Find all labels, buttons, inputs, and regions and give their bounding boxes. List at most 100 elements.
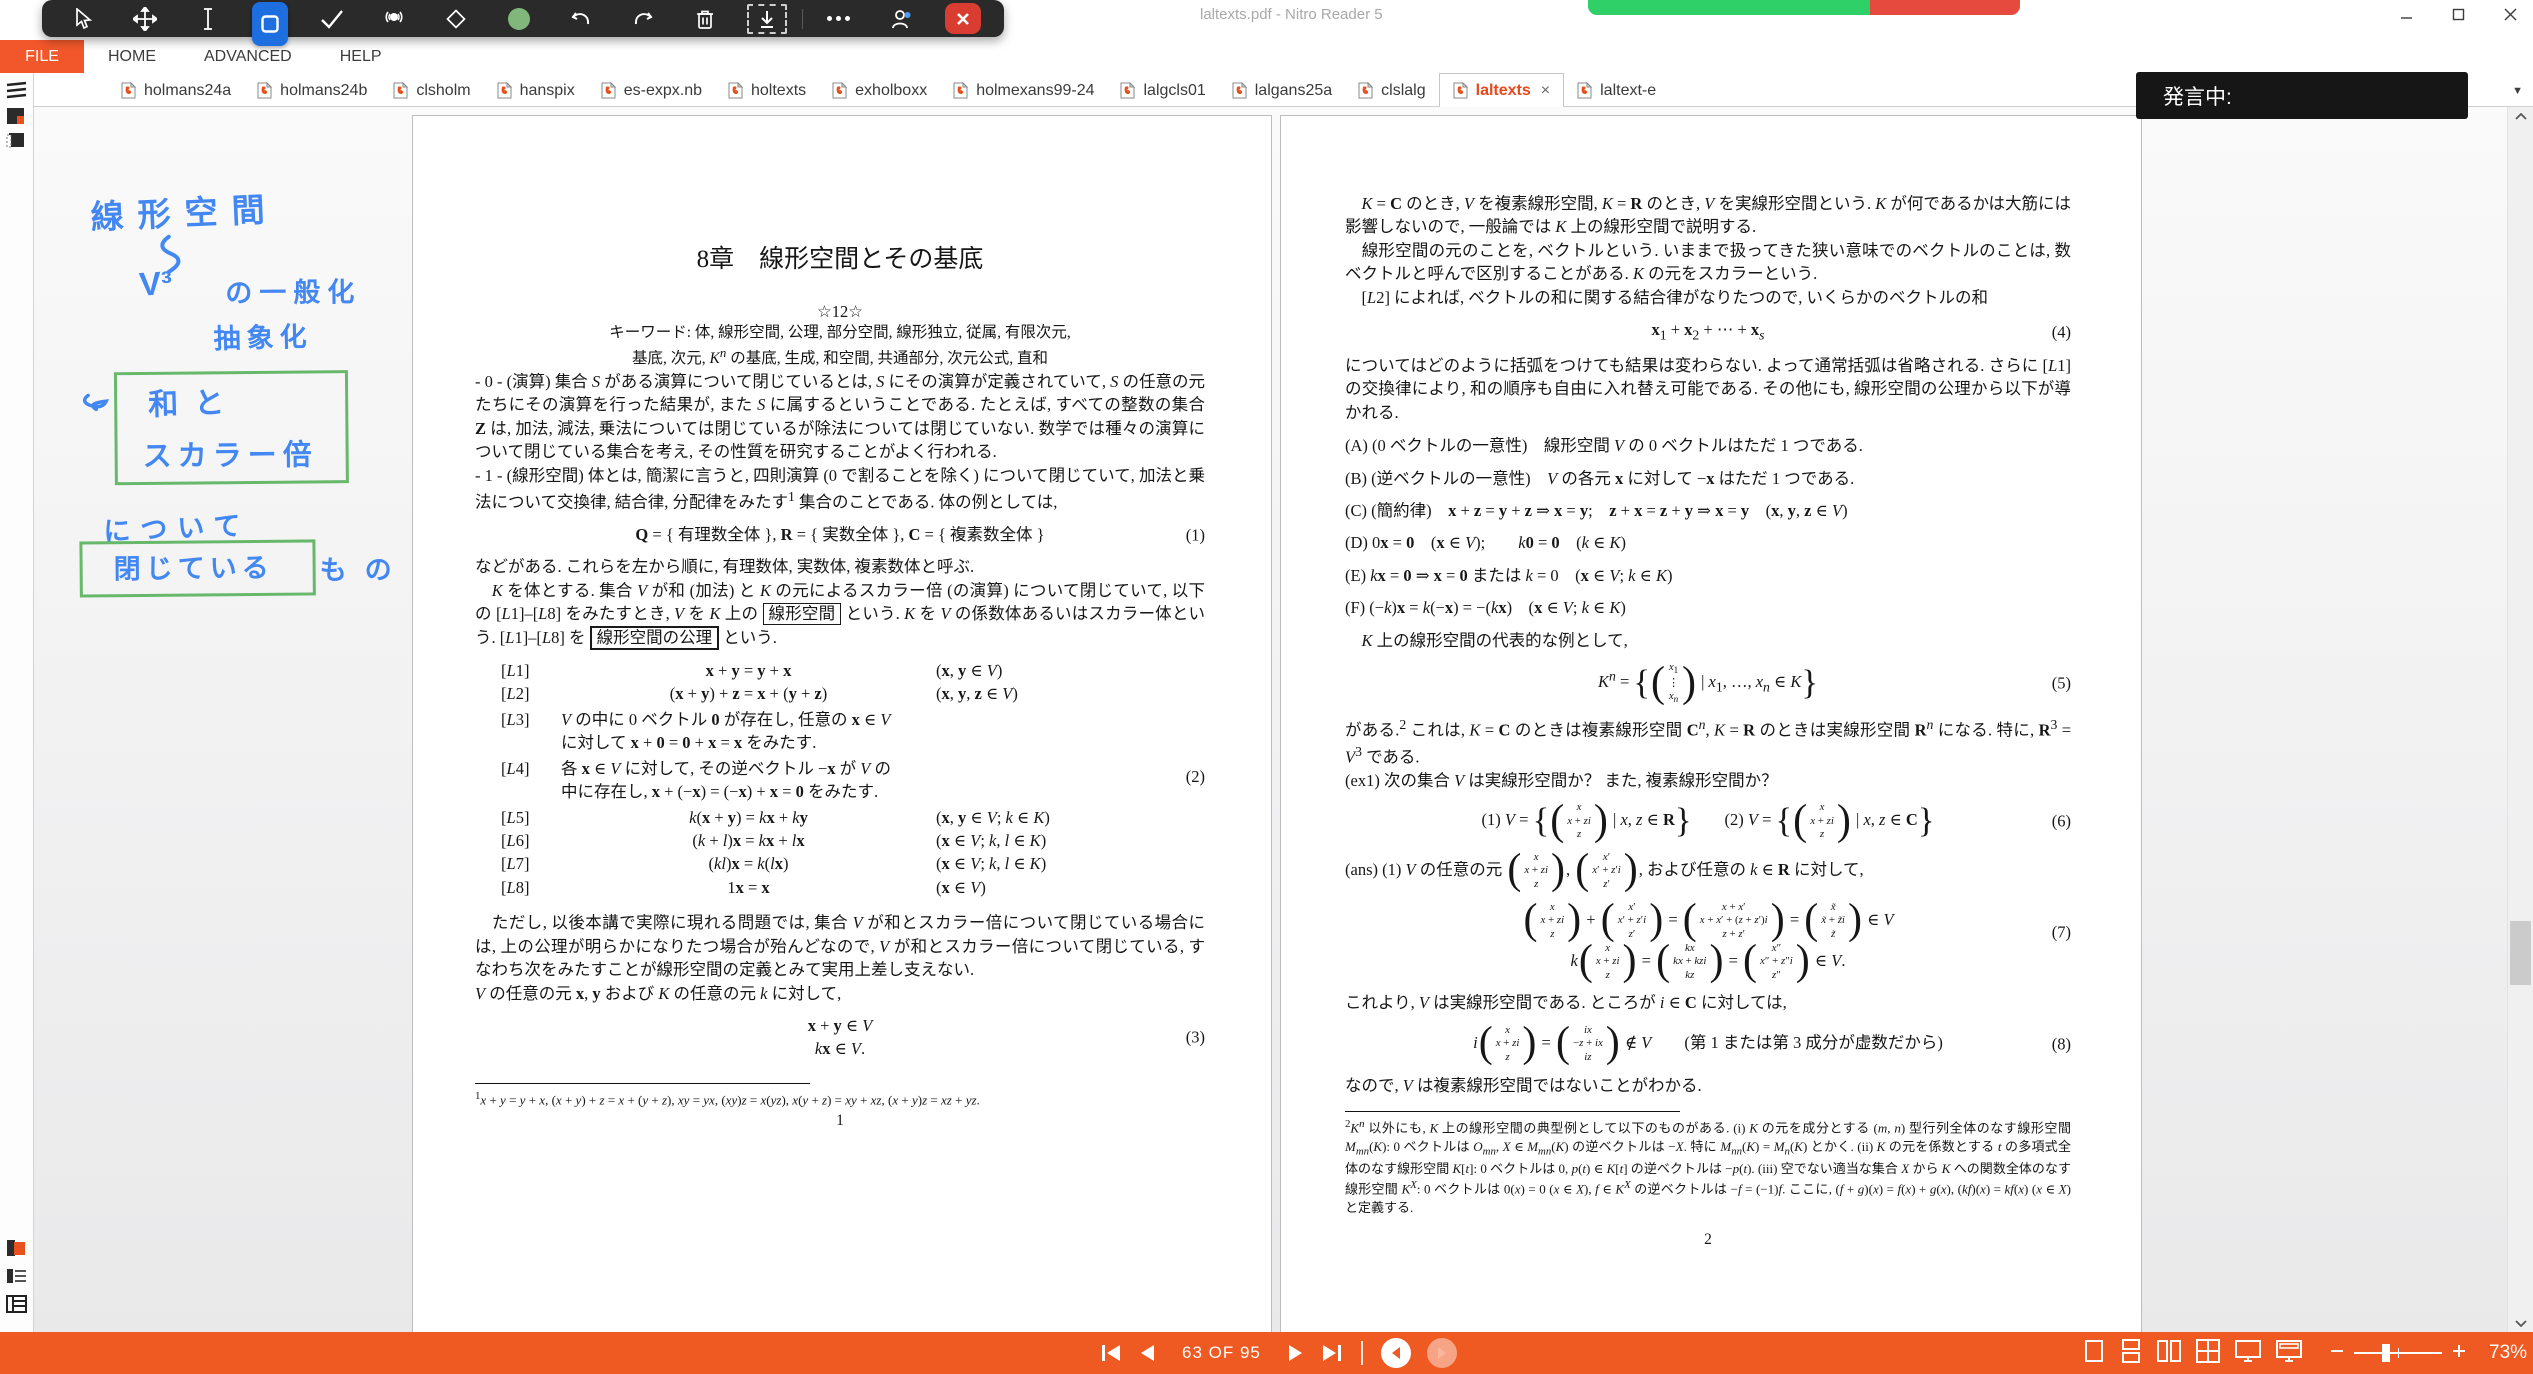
zoom-slider[interactable] xyxy=(2354,1344,2442,1362)
pointer-tool-icon[interactable] xyxy=(52,0,114,37)
single-page-view-icon[interactable] xyxy=(2082,1338,2106,1369)
delete-tool-icon[interactable] xyxy=(674,0,736,37)
tab-holmexans99-24[interactable]: holmexans99-24 xyxy=(940,75,1107,106)
comments-panel-icon[interactable] xyxy=(5,131,28,151)
close-annotation-toolbar-icon[interactable] xyxy=(932,0,994,37)
scroll-up-icon[interactable] xyxy=(2508,107,2533,125)
paragraph-2: などがある. これらを左から順に, 有理数体, 実数体, 複素数体と呼ぶ. xyxy=(475,557,975,577)
tab-lalgans25a[interactable]: lalgans25a xyxy=(1219,75,1345,106)
tab-clslalg[interactable]: clslalg xyxy=(1345,75,1438,106)
note-things: もの xyxy=(319,554,410,586)
menu-file[interactable]: FILE xyxy=(0,40,84,73)
details-view-icon[interactable] xyxy=(5,1294,28,1314)
equation-3: x + y ∈ Vkx ∈ V. (3) xyxy=(807,1015,1205,1059)
menu-advanced[interactable]: ADVANCED xyxy=(180,40,316,73)
redo-icon[interactable] xyxy=(612,0,674,37)
next-page-button[interactable] xyxy=(1287,1343,1305,1363)
window-title: laltexts.pdf - Nitro Reader 5 xyxy=(1200,6,1383,23)
presentation-view-icon[interactable] xyxy=(2275,1338,2303,1369)
close-window-button[interactable] xyxy=(2495,2,2525,26)
bookmarks-panel-icon[interactable] xyxy=(5,106,28,126)
list-view-icon[interactable] xyxy=(5,1266,28,1286)
tab-overflow-dropdown-icon[interactable]: ▼ xyxy=(2512,85,2523,97)
note-sum: 和と xyxy=(147,386,241,422)
vertical-scrollbar[interactable] xyxy=(2507,107,2533,1332)
note-scalar-multiple: スカラー倍 xyxy=(142,439,318,473)
p2-paragraph-10: なので, V は複素線形空間ではないことがわかる. xyxy=(1345,1075,1702,1095)
menu-help[interactable]: HELP xyxy=(316,40,406,73)
tab-holmans24a[interactable]: holmans24a xyxy=(108,75,244,106)
rectangle-tool-icon[interactable] xyxy=(239,0,301,46)
note-closed: 閉じている xyxy=(113,552,274,585)
thumbnail-view-icon[interactable] xyxy=(5,1238,28,1258)
scroll-down-icon[interactable] xyxy=(2508,1314,2533,1332)
paragraph-5: V の任意の元 x, y および K の任意の元 k に対して, xyxy=(475,983,842,1003)
tab-close-icon[interactable]: × xyxy=(1541,82,1550,100)
equation-2-number: (2) xyxy=(1185,766,1205,786)
zoom-out-icon[interactable] xyxy=(2330,1344,2344,1363)
tab-lalgcls01[interactable]: lalgcls01 xyxy=(1107,75,1218,106)
chapter-title: 8章 線形空間とその基底 xyxy=(696,246,984,273)
equation-1: Q = { 有理数全体 }, R = { 実数全体 }, C = { 複素数全体… xyxy=(475,523,1205,546)
save-tool-icon[interactable] xyxy=(736,0,798,37)
equation-3-number: (3) xyxy=(1185,1027,1205,1047)
note-linear-space: 線形空間 xyxy=(89,190,280,236)
check-tool-icon[interactable] xyxy=(301,0,363,37)
keywords-line: キーワード: 体, 線形空間, 公理, 部分空間, 線形独立, 従属, 有限次元… xyxy=(609,323,1071,367)
tab-laltext-e[interactable]: laltext-e xyxy=(1564,75,1669,106)
tab-clsholm[interactable]: clsholm xyxy=(380,75,483,106)
note-v3: V³ xyxy=(138,263,174,303)
zoom-slider-handle[interactable] xyxy=(2382,1344,2390,1362)
p2-paragraph-5: K 上の線形空間の代表的な例として, xyxy=(1361,630,1628,650)
tab-exholboxx[interactable]: exholboxx xyxy=(819,75,940,106)
paragraph-0: - 0 - (演算) 集合 S がある演算について閉じているとは, S にその演… xyxy=(475,371,1206,462)
footnote-rule xyxy=(475,1082,810,1084)
tab-hanspix[interactable]: hanspix xyxy=(484,75,588,106)
derived-properties-list: (A) (0 ベクトルの一意性) 線形空間 V の 0 ベクトルはただ 1 つで… xyxy=(1345,434,2071,620)
tab-holtexts[interactable]: holtexts xyxy=(715,75,819,106)
pan-tool-icon[interactable] xyxy=(114,0,176,37)
previous-view-button[interactable] xyxy=(1380,1338,1411,1368)
facing-pages-view-icon[interactable] xyxy=(2156,1338,2182,1369)
equation-1-number: (1) xyxy=(1185,524,1205,544)
presenter-icon[interactable] xyxy=(870,0,932,37)
scrollbar-thumb[interactable] xyxy=(2510,921,2531,985)
p2-paragraph-9: これより, V は実線形空間である. ところが i ∈ C に対しては, xyxy=(1345,993,1787,1013)
p2-paragraph-6: がある.2 これは, K = C のときは複素線形空間 Cn, K = R のと… xyxy=(1345,716,2072,767)
fullscreen-view-icon[interactable] xyxy=(2234,1338,2262,1369)
first-page-button[interactable] xyxy=(1100,1343,1122,1363)
zoom-in-icon[interactable] xyxy=(2452,1344,2466,1363)
last-page-button[interactable] xyxy=(1321,1343,1343,1363)
pdf-viewer-canvas[interactable]: 8章 線形空間とその基底 ☆12☆ キーワード: 体, 線形空間, 公理, 部分… xyxy=(33,107,2533,1332)
color-swatch-green-icon[interactable] xyxy=(487,0,549,37)
page-indicator[interactable]: 63 OF 95 xyxy=(1182,1343,1261,1363)
p2-paragraph-7: (ex1) 次の集合 V は実線形空間か？ また, 複素線形空間か？ xyxy=(1345,770,1778,790)
undo-icon[interactable] xyxy=(550,0,612,37)
zoom-level[interactable]: 73% xyxy=(2489,1342,2527,1364)
p2-paragraph-8: (ans) (1) V の任意の元 (x x + zi z), (x′ x′ + z′… xyxy=(1345,846,1864,894)
footnote-1: 1x + y = y + x, (x + y) + z = x + (y + z… xyxy=(475,1089,980,1108)
property-A: (A) (0 ベクトルの一意性) 線形空間 V の 0 ベクトルはただ 1 つで… xyxy=(1345,436,1863,456)
tab-es-expx-nb[interactable]: es-expx.nb xyxy=(588,75,715,106)
next-view-button[interactable] xyxy=(1426,1338,1457,1368)
text-tool-icon[interactable] xyxy=(176,0,238,37)
tab-holmans24b[interactable]: holmans24b xyxy=(244,75,380,106)
previous-page-button[interactable] xyxy=(1138,1343,1156,1363)
more-options-icon[interactable] xyxy=(807,0,869,37)
pages-panel-icon[interactable] xyxy=(5,81,28,101)
page-number-2: 2 xyxy=(1704,1231,1712,1249)
grid-view-icon[interactable] xyxy=(2195,1338,2221,1369)
tab-laltexts-active[interactable]: laltexts × xyxy=(1438,73,1565,107)
property-C: (C) (簡約律) x + z = y + z ⇒ x = y; z + x =… xyxy=(1345,501,1848,521)
eraser-tool-icon[interactable] xyxy=(425,0,487,37)
minimize-button[interactable] xyxy=(2391,2,2421,26)
maximize-button[interactable] xyxy=(2443,2,2473,26)
screen-share-indicator[interactable] xyxy=(1588,0,2020,15)
continuous-view-icon[interactable] xyxy=(2119,1338,2143,1369)
note-abstraction: 抽象化 xyxy=(213,321,314,355)
equation-8-number: (8) xyxy=(2051,1034,2071,1054)
note-about: について xyxy=(102,510,252,547)
menu-home[interactable]: HOME xyxy=(84,40,180,73)
laser-pointer-icon[interactable] xyxy=(363,0,425,37)
paragraph-1: - 1 - (線形空間) 体とは, 簡潔に言うと, 四則演算 (0 で割ることを… xyxy=(475,465,1205,512)
